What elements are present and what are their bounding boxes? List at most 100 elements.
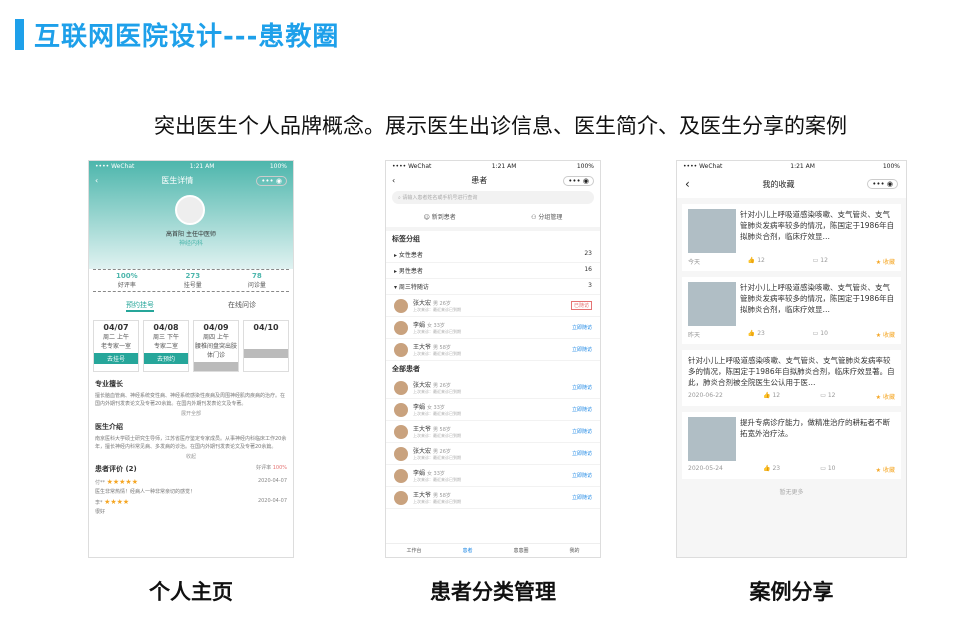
book-button[interactable]: 去预约 — [144, 353, 188, 364]
case-thumbnail — [688, 417, 736, 461]
review-text: 很好 — [95, 509, 106, 515]
comment-count: ▭ 12 — [812, 257, 828, 264]
stat-registrations: 273 挂号量 — [183, 272, 202, 289]
tab-appointment[interactable]: 预约挂号 — [126, 300, 154, 312]
patient-row[interactable]: 王大爷 男 58岁 上次来诊：最近来诊已到期 立即随访 — [386, 421, 600, 443]
tab-patients[interactable]: 患者 — [462, 547, 472, 554]
comment-icon: ▭ — [812, 257, 819, 264]
comment-count: ▭ 12 — [820, 392, 836, 399]
review-item: 付** ★★★★★ 2020-04-07 — [95, 478, 287, 486]
profile-header: •••• WeChat 1:21 AM 100% ‹ 医生详情 ••• ◉ 高首阳 主任… — [89, 161, 293, 269]
like-count: 👍 12 — [763, 392, 781, 399]
nav-bar: ‹ 患者 ••• ◉ — [386, 172, 600, 189]
capsule-menu[interactable]: ••• ◉ — [563, 175, 594, 186]
collect-button[interactable]: ★ 收藏 — [876, 257, 895, 266]
case-text: 针对小儿上呼吸道感染咳嗽、支气管炎、支气管肺炎发病率较多的情况，陈国定于1986… — [688, 356, 895, 387]
collect-button[interactable]: ★ 收藏 — [876, 330, 895, 339]
follow-up-button[interactable]: 立即随访 — [572, 406, 592, 413]
patient-avatar — [394, 468, 408, 483]
group-item[interactable]: ▸ 女性患者 23 — [386, 247, 600, 263]
caption-patients: 患者分类管理 — [430, 580, 556, 604]
follow-up-button[interactable]: 立即随访 — [572, 450, 592, 457]
case-card[interactable]: 针对小儿上呼吸道感染咳嗽、支气管炎、支气管肺炎发病率较多的情况，陈国定于1986… — [682, 350, 901, 406]
new-patient-button[interactable]: ☺ 新到患者 — [424, 212, 456, 221]
group-item[interactable]: ▸ 男性患者 16 — [386, 263, 600, 279]
schedule-item[interactable]: 04/08 周三 下午 专家二室 去预约 — [143, 320, 189, 372]
patient-avatar — [394, 380, 408, 395]
bottom-tab-bar: 工作台 患者 患患圈 我的 — [386, 543, 600, 557]
back-icon[interactable]: ‹ — [95, 176, 98, 185]
phone-patient-management: •••• WeChat 1:21 AM 100% ‹ 患者 ••• ◉ ⌕ 请输入患者姓… — [385, 160, 601, 558]
capsule-menu[interactable]: ••• ◉ — [867, 179, 898, 189]
nav-title: 医生详情 — [161, 176, 194, 185]
specialty-text: 擅长脑血管病、神经系统变性病、神经系统感染性疾病及周围神经肌肉疾病的治疗。在国内… — [95, 393, 286, 407]
like-count: 👍 23 — [763, 465, 781, 472]
tab-circle[interactable]: 患患圈 — [513, 547, 528, 554]
doctor-avatar — [175, 195, 205, 225]
collect-button[interactable]: ★ 收藏 — [876, 465, 895, 474]
title-accent-bar — [15, 19, 24, 50]
like-count: 👍 23 — [747, 330, 765, 337]
group-manage-button[interactable]: ⚇ 分组管理 — [531, 212, 562, 221]
star-rating-icon: ★★★★★ — [106, 478, 138, 486]
page-subtitle: 突出医生个人品牌概念。展示医生出诊信息、医生简介、及医生分享的案例 — [154, 114, 847, 138]
patient-row[interactable]: 王大爷 男 58岁 上次来诊：最近来诊已到期 立即随访 — [386, 487, 600, 509]
case-date: 2020-06-22 — [688, 392, 723, 399]
follow-up-button[interactable]: 立即随访 — [572, 472, 592, 479]
patient-search-input[interactable]: ⌕ 请输入患者姓名或手机号进行查询 — [392, 191, 594, 204]
book-button-disabled — [194, 362, 238, 371]
schedule-item[interactable]: 04/10 — [243, 320, 289, 372]
review-text: 医生非常热情！经病人一种非常亲切的感觉！ — [95, 489, 196, 495]
patient-avatar — [394, 402, 408, 417]
case-text: 针对小儿上呼吸道感染咳嗽、支气管炎、支气管肺炎发病率较多的情况，陈国定于1986… — [740, 210, 895, 241]
case-card[interactable]: 针对小儿上呼吸道感染咳嗽、支气管炎、支气管肺炎发病率较多的情况，陈国定于1986… — [682, 204, 901, 271]
patient-row[interactable]: 李娟 女 33岁 上次来诊：最近来诊已到期 立即随访 — [386, 317, 600, 339]
case-card[interactable]: 提升专病诊疗能力，做精准治疗的耕耘者不断拓宽外治疗法。 2020-05-24 👍 2… — [682, 412, 901, 479]
case-card[interactable]: 针对小儿上呼吸道感染咳嗽、支气管炎、支气管肺炎发病率较多的情况，陈国定于1986… — [682, 277, 901, 344]
tab-workbench[interactable]: 工作台 — [406, 547, 421, 554]
patient-row[interactable]: 李娟 女 33岁 上次来诊：最近来诊已到期 立即随访 — [386, 465, 600, 487]
patient-row[interactable]: 张大宏 男 26岁 上次来诊：最近来诊已到期 立即随访 — [386, 377, 600, 399]
patient-row[interactable]: 王大爷 男 58岁 上次来诊：最近来诊已到期 立即随访 — [386, 339, 600, 361]
doctor-name: 高首阳 主任中医师 — [166, 231, 216, 238]
schedule-list: 04/07 周二 上午 老专家一室 去挂号 04/08 周三 下午 专家二室 去预约 04/… — [89, 316, 293, 376]
patient-row[interactable]: 李娟 女 33岁 上次来诊：最近来诊已到期 立即随访 — [386, 399, 600, 421]
follow-up-button[interactable]: 立即随访 — [572, 494, 592, 501]
collapse-link[interactable]: 收起 — [89, 451, 293, 462]
comment-icon: ▭ — [812, 330, 819, 337]
expand-link[interactable]: 展开全部 — [89, 408, 293, 419]
tab-mine[interactable]: 我的 — [569, 547, 579, 554]
group-heading: 全部患者 — [392, 365, 420, 373]
profile-tabs: 预约挂号 在线问诊 — [89, 292, 293, 316]
schedule-item[interactable]: 04/07 周二 上午 老专家一室 去挂号 — [93, 320, 139, 372]
group-item[interactable]: ▾ 周三特随访 3 — [386, 279, 600, 295]
nav-bar: ‹ 医生详情 ••• ◉ — [89, 172, 293, 189]
caption-profile: 个人主页 — [149, 580, 233, 604]
patient-avatar — [394, 342, 408, 357]
capsule-menu[interactable]: ••• ◉ — [256, 175, 287, 186]
patient-avatar — [394, 320, 408, 335]
case-thumbnail — [688, 209, 736, 253]
no-more-text: 暂无更多 — [779, 489, 804, 496]
reviews-header: 患者评价 (2) 好评率 100% — [95, 465, 287, 473]
follow-up-button[interactable]: 立即随访 — [572, 324, 592, 331]
patient-row[interactable]: 张大宏 男 26岁 上次来诊：最近来诊已到期 立即随访 — [386, 443, 600, 465]
collect-button[interactable]: ★ 收藏 — [876, 392, 895, 401]
patient-row[interactable]: 张大宏 男 26岁 上次来诊：最近来诊已到期 已随访 — [386, 295, 600, 317]
phone-case-share: •••• WeChat 1:21 AM 100% ‹ 我的收藏 ••• ◉ 针对小儿上呼… — [676, 160, 907, 558]
tab-online-consult[interactable]: 在线问诊 — [228, 300, 256, 312]
case-date: 今天 — [688, 259, 701, 266]
patient-avatar — [394, 298, 408, 313]
follow-up-button[interactable]: 立即随访 — [572, 428, 592, 435]
phone-doctor-profile: •••• WeChat 1:21 AM 100% ‹ 医生详情 ••• ◉ 高首阳 主任… — [88, 160, 294, 558]
follow-up-button[interactable]: 已随访 — [570, 301, 592, 310]
case-text: 针对小儿上呼吸道感染咳嗽、支气管炎、支气管肺炎发病率较多的情况，陈国定于1986… — [740, 283, 895, 314]
follow-up-button[interactable]: 立即随访 — [572, 384, 592, 391]
back-icon[interactable]: ‹ — [685, 177, 690, 191]
thumb-up-icon: 👍 — [763, 465, 771, 472]
follow-up-button[interactable]: 立即随访 — [572, 346, 592, 353]
doctor-dept: 神经内科 — [178, 240, 203, 247]
book-button[interactable]: 去挂号 — [94, 353, 138, 364]
schedule-item[interactable]: 04/09 周四 上午 腰椎间盘突出肢体门诊 — [193, 320, 239, 372]
back-icon[interactable]: ‹ — [392, 176, 395, 185]
